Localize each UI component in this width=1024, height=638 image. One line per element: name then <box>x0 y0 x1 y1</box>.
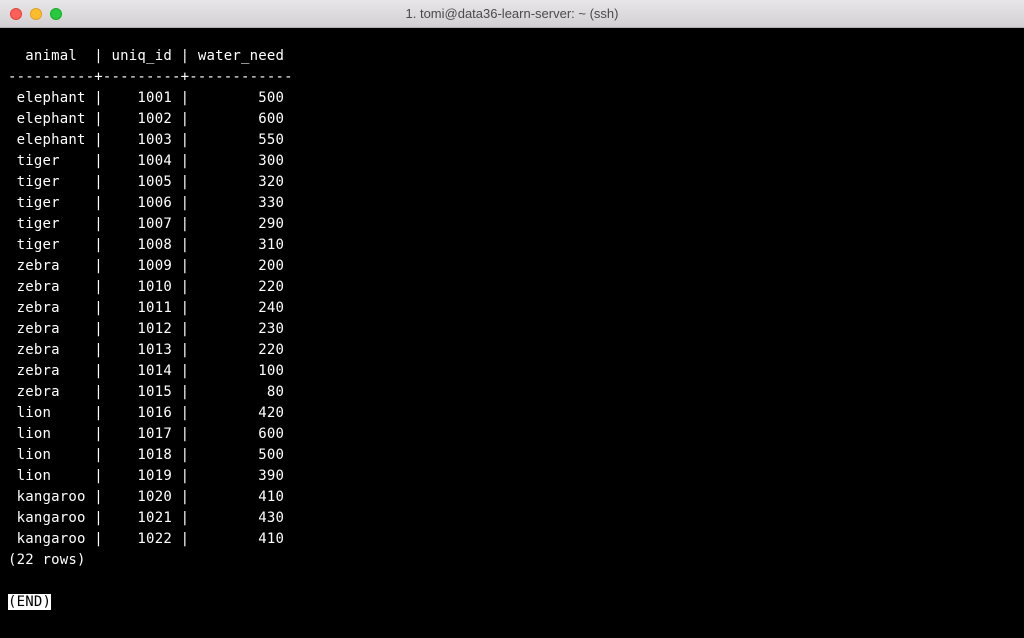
maximize-button[interactable] <box>50 8 62 20</box>
close-button[interactable] <box>10 8 22 20</box>
minimize-button[interactable] <box>30 8 42 20</box>
terminal-output[interactable]: animal | uniq_id | water_need ----------… <box>0 28 1024 621</box>
traffic-lights <box>10 8 62 20</box>
window-title: 1. tomi@data36-learn-server: ~ (ssh) <box>0 6 1024 21</box>
pager-end-marker: (END) <box>8 594 51 610</box>
titlebar: 1. tomi@data36-learn-server: ~ (ssh) <box>0 0 1024 28</box>
query-result-table: animal | uniq_id | water_need ----------… <box>8 48 293 568</box>
